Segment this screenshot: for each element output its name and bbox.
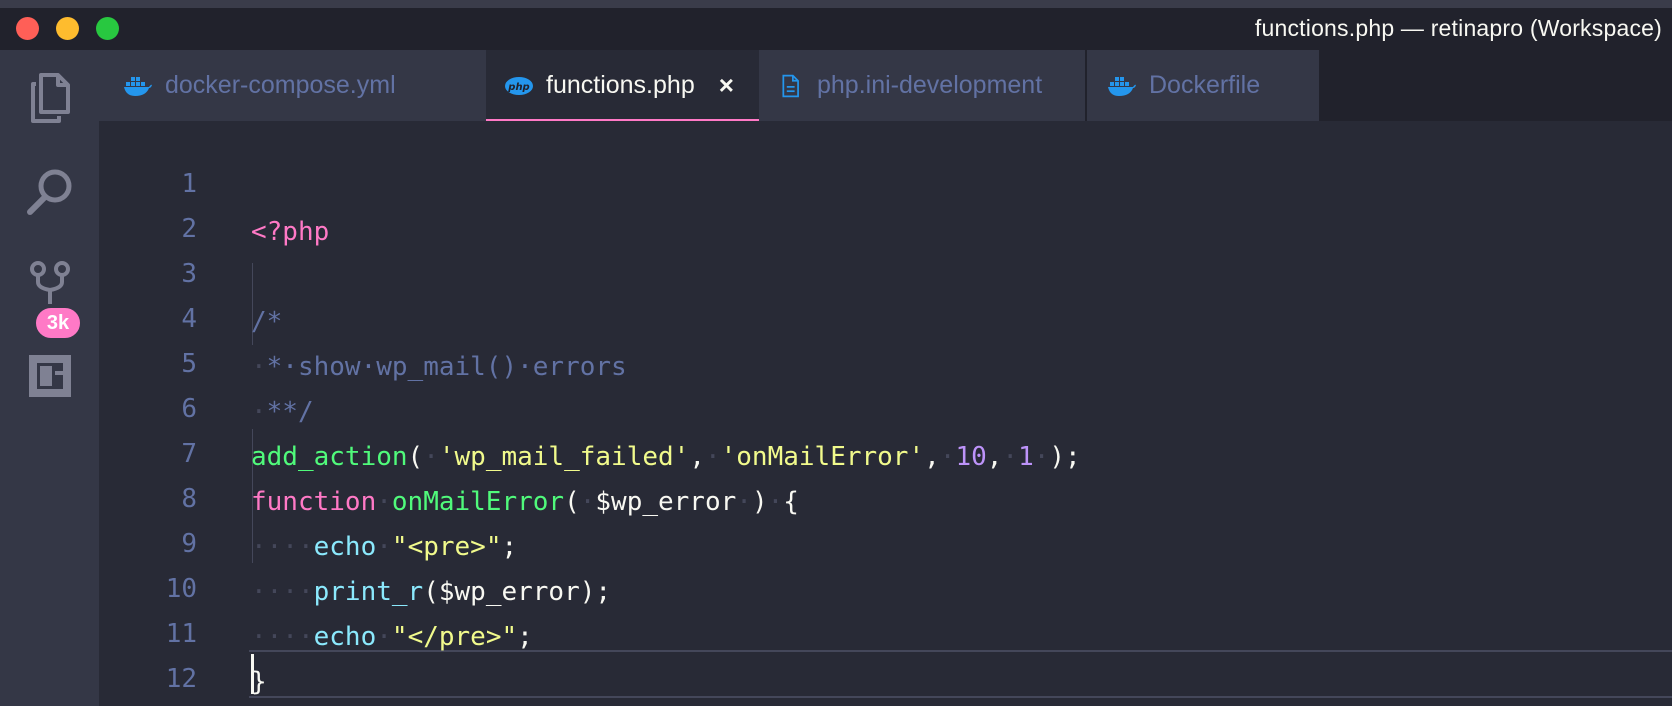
code-line: 12: [99, 607, 1672, 694]
tab-label: docker-compose.yml: [165, 71, 396, 99]
tab-label: php.ini-development: [817, 71, 1043, 99]
code-line: 7 function·onMailError(·$wp_error·)·{: [99, 382, 1672, 517]
editor-window: functions.php — retinapro (Workspace) 3k…: [0, 0, 1672, 706]
activity-bar: 3k: [0, 50, 99, 706]
extensions-icon: [28, 355, 71, 397]
code-line: 10 ····echo·"</pre>";: [99, 517, 1672, 652]
search-icon: [26, 169, 71, 215]
window-title: functions.php — retinapro (Workspace): [1254, 15, 1662, 41]
tab-php-ini-development[interactable]: php.ini-development: [759, 50, 1085, 121]
tab-label: functions.php: [546, 71, 695, 99]
tab-dockerfile[interactable]: Dockerfile: [1085, 50, 1319, 121]
code-line: 6 add_action(·'wp_mail_failed',·'onMailE…: [99, 337, 1672, 472]
tab-docker-compose[interactable]: docker-compose.yml: [99, 50, 486, 121]
code-line: 9 ····print_r($wp_error);: [99, 472, 1672, 607]
code-line: 8 ····echo·"<pre>";: [99, 427, 1672, 562]
docker-icon: [124, 76, 152, 96]
close-window-button[interactable]: [16, 17, 39, 40]
code-line: 4 ·*·show·wp_mail()·errors: [99, 247, 1672, 382]
docker-icon: [1108, 76, 1136, 96]
files-icon: [30, 73, 70, 123]
file-icon: [782, 74, 799, 97]
minimize-window-button[interactable]: [56, 17, 79, 40]
php-icon: php: [505, 76, 533, 95]
search-button[interactable]: [0, 166, 99, 218]
extensions-button[interactable]: [0, 353, 99, 399]
code-line: 1 <?php: [99, 112, 1672, 247]
title-bar: functions.php — retinapro (Workspace): [0, 0, 1672, 50]
tab-functions-php[interactable]: php functions.php ×: [486, 50, 759, 121]
code-line: 2: [99, 157, 1672, 244]
line-number: 12: [165, 664, 197, 694]
code-line: 5 ·**/: [99, 292, 1672, 427]
svg-text:php: php: [507, 82, 529, 93]
explorer-button[interactable]: [0, 72, 99, 124]
code-line: 11 }: [99, 562, 1672, 697]
scm-count-badge: 3k: [34, 306, 82, 340]
close-tab-icon[interactable]: ×: [719, 70, 734, 101]
code-editor[interactable]: 1 <?php 2 3 /* 4 ·*·show·wp_mail()·error…: [99, 121, 1672, 706]
tab-label: Dockerfile: [1149, 71, 1261, 99]
maximize-window-button[interactable]: [96, 17, 119, 40]
tab-bar: docker-compose.yml php functions.php × p…: [99, 50, 1672, 121]
code-line: 3 /*: [99, 202, 1672, 337]
text-cursor: [251, 654, 254, 694]
